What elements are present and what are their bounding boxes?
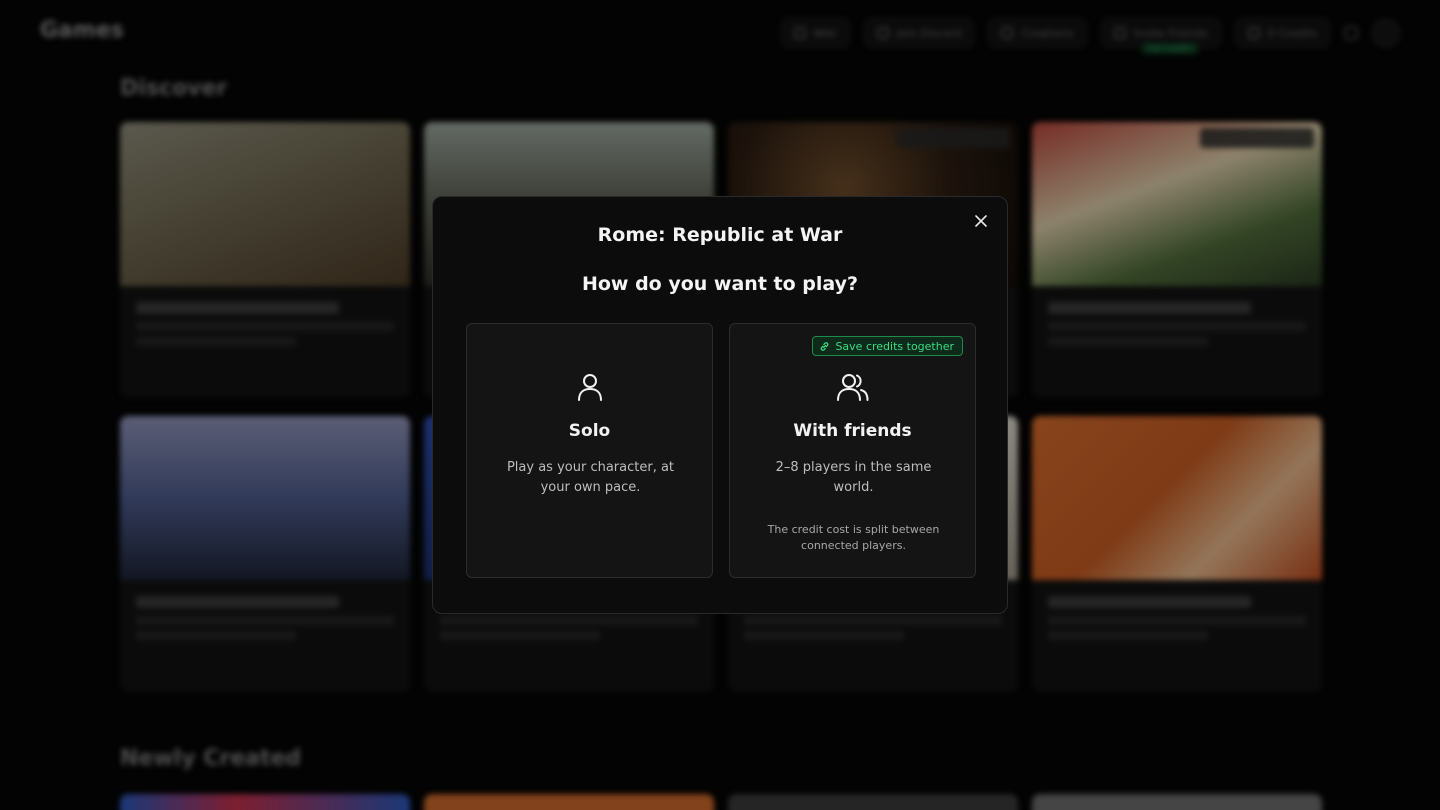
solo-option-title: Solo bbox=[568, 421, 611, 441]
link-icon bbox=[821, 341, 829, 351]
save-credits-badge: Save credits together bbox=[812, 336, 963, 356]
solo-option-description: Play as your character, at your own pace… bbox=[506, 460, 675, 495]
dialog-title: Rome: Republic at War bbox=[597, 224, 843, 246]
solo-icon-wrap bbox=[467, 372, 712, 404]
dialog-question: How do you want to play? bbox=[581, 273, 859, 295]
friends-option-title: With friends bbox=[793, 421, 912, 441]
solo-option-button[interactable]: Solo Play as your character, at your own… bbox=[466, 323, 713, 578]
users-icon bbox=[836, 374, 868, 401]
friends-option-description: 2–8 players in the same world. bbox=[775, 460, 932, 495]
user-icon bbox=[577, 374, 602, 401]
friends-option-button[interactable]: Save credits together With friends 2–8 p… bbox=[729, 323, 976, 578]
play-mode-dialog: Rome: Republic at War How do you want to… bbox=[432, 196, 1008, 614]
save-credits-badge-label: Save credits together bbox=[835, 339, 954, 353]
friends-icon-wrap bbox=[730, 372, 975, 404]
friends-option-note: The credit cost is split between connect… bbox=[767, 523, 940, 552]
